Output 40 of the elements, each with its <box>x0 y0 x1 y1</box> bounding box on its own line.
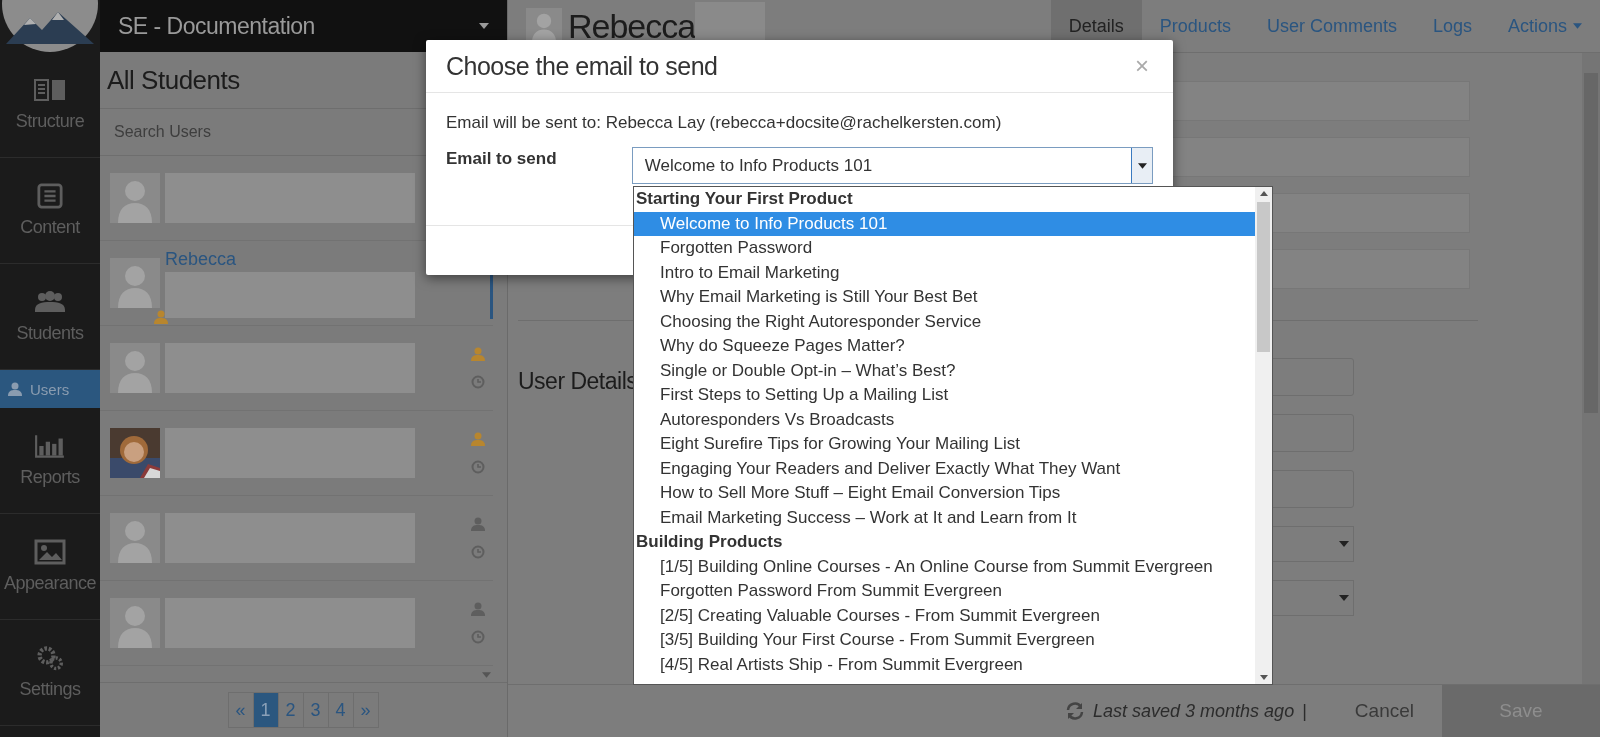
save-status: Last saved 3 months ago <box>1093 700 1295 722</box>
dropdown-option[interactable]: Choosing the Right Autoresponder Service <box>634 309 1255 334</box>
dropdown-option[interactable]: First Steps to Setting Up a Mailing List <box>634 383 1255 408</box>
dialog-title: Choose the email to send <box>446 51 718 81</box>
email-select[interactable]: Welcome to Info Products 101 <box>631 147 1153 184</box>
dropdown-option[interactable]: [2/5] Creating Valuable Courses - From Summit Evergreen <box>634 603 1255 628</box>
dropdown-option[interactable]: Email Marketing Success – Work at It and Learn from It <box>634 505 1255 530</box>
dropdown-option[interactable]: Forgotten Password <box>634 236 1255 261</box>
page-button[interactable]: 3 <box>302 692 329 728</box>
dropdown-option[interactable]: Why do Squeeze Pages Matter? <box>634 334 1255 359</box>
user-name: Rebecca <box>568 6 696 46</box>
dropdown-option[interactable]: [3/5] Building Your First Course - From Summit Evergreen <box>634 628 1255 653</box>
dropdown-option[interactable]: [4/5] Real Artists Ship - From Summit Evergreen <box>634 652 1255 677</box>
page-button[interactable]: » <box>352 692 379 728</box>
tab[interactable]: Logs <box>1414 0 1490 52</box>
option-group-label: Building Products <box>635 531 784 553</box>
close-button[interactable]: × <box>1131 52 1153 80</box>
dropdown-option[interactable]: Single or Double Opt-in – What’s Best? <box>634 358 1255 383</box>
dropdown-option[interactable]: How to Sell More Stuff – Eight Email Conversion Tips <box>634 481 1255 506</box>
dropdown-option[interactable]: [1/5] Building Online Courses - An Online Course from Summit Evergreen <box>634 554 1255 579</box>
dropdown-option[interactable]: Intro to Email Marketing <box>634 260 1255 285</box>
dropdown-option[interactable]: Welcome to Info Products 101 <box>634 211 1255 236</box>
option-group-label: Starting Your First Product <box>635 188 854 210</box>
page-button[interactable]: « <box>227 692 254 728</box>
dropdown-option[interactable]: Why Email Marketing is Still Your Best Bet <box>634 285 1255 310</box>
dropdown-option[interactable]: Engaging Your Readers and Deliver Exactly What They Want <box>634 456 1255 481</box>
tab[interactable]: Products <box>1141 0 1249 52</box>
nav-subitem[interactable]: Users <box>0 370 100 408</box>
tab[interactable]: User Comments <box>1248 0 1415 52</box>
separator-text: | <box>1302 700 1307 722</box>
page-button[interactable]: 4 <box>327 692 354 728</box>
dropdown-option[interactable]: Forgotten Password From Summit Evergreen <box>634 579 1255 604</box>
panel-title: All Students <box>107 64 240 96</box>
dropdown-option[interactable]: Eight Surefire Tips for Growing Your Mailing List <box>634 432 1255 457</box>
page-button[interactable]: 2 <box>277 692 304 728</box>
tab[interactable]: Actions <box>1489 0 1600 52</box>
page-button[interactable]: 1 <box>252 692 279 728</box>
cancel-button[interactable]: Cancel <box>1326 685 1442 737</box>
workspace-selector[interactable]: SE - Documentation <box>100 0 507 52</box>
dropdown-option[interactable]: Autoresponders Vs Broadcasts <box>634 407 1255 432</box>
